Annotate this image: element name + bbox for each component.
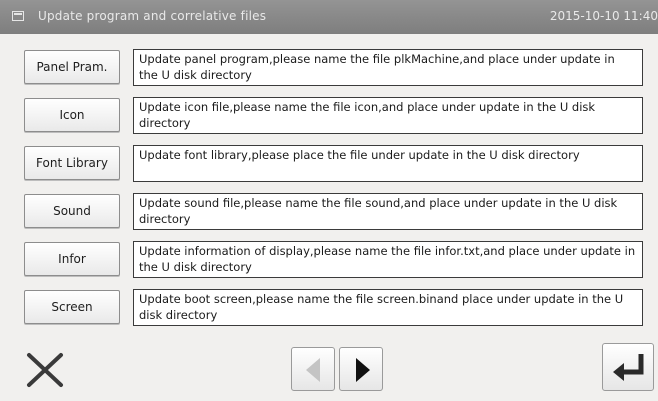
title-bar: Update program and correlative files 201…	[0, 0, 658, 34]
panel-program-button[interactable]: Panel Pram.	[24, 50, 120, 84]
arrow-left-icon	[306, 358, 320, 382]
icon-button[interactable]: Icon	[24, 98, 120, 132]
sound-button[interactable]: Sound	[24, 194, 120, 228]
window-title: Update program and correlative files	[38, 9, 267, 23]
previous-page-button[interactable]	[291, 347, 335, 391]
close-button[interactable]	[22, 348, 68, 392]
window-icon	[12, 11, 24, 21]
next-page-button[interactable]	[339, 347, 383, 391]
panel-program-description: Update panel program,please name the fil…	[133, 49, 643, 86]
enter-button[interactable]	[602, 343, 654, 391]
arrow-right-icon	[356, 358, 370, 382]
clock: 2015-10-10 11:40	[549, 9, 658, 23]
infor-description: Update information of display,please nam…	[133, 241, 643, 278]
font-library-button[interactable]: Font Library	[24, 146, 120, 180]
icon-description: Update icon file,please name the file ic…	[133, 97, 643, 134]
font-library-description: Update font library,please place the fil…	[133, 145, 643, 182]
update-list: Panel Pram. Update panel program,please …	[20, 49, 658, 344]
screen-description: Update boot screen,please name the file …	[133, 289, 643, 326]
enter-return-icon	[613, 354, 644, 381]
close-x-icon	[27, 353, 63, 387]
screen-button[interactable]: Screen	[24, 290, 120, 324]
sound-description: Update sound file,please name the file s…	[133, 193, 643, 230]
infor-button[interactable]: Infor	[24, 242, 120, 276]
